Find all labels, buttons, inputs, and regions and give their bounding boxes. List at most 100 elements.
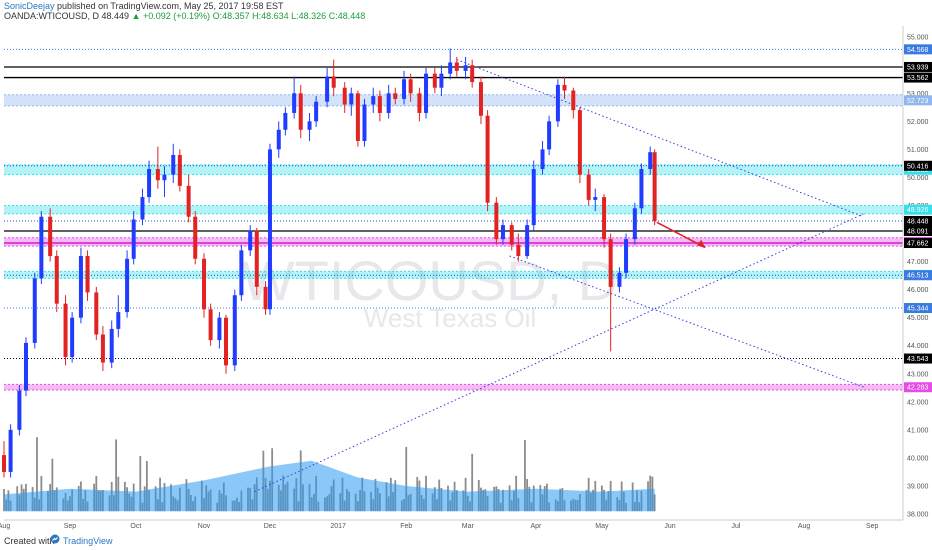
y-tick-label: 45.000: [907, 315, 929, 322]
candle: [283, 107, 288, 136]
x-tick-label: Oct: [130, 523, 141, 530]
candle: [307, 112, 312, 141]
candle: [208, 303, 213, 346]
y-tick-label: 41.000: [907, 427, 929, 434]
candle-body: [94, 292, 99, 335]
zone-band-0: [4, 94, 903, 106]
candle-body: [254, 230, 259, 287]
publish-info: published on TradingView.com, May 25, 20…: [57, 1, 284, 11]
candle-body: [85, 255, 90, 293]
candle: [639, 163, 644, 214]
candle: [478, 76, 483, 125]
zone-band-5: [4, 384, 903, 391]
candle-body: [2, 455, 6, 472]
candle-body: [248, 230, 253, 251]
tradingview-link[interactable]: TradingView: [63, 536, 113, 546]
candle-body: [147, 169, 152, 198]
candle: [485, 110, 490, 212]
candle: [177, 149, 182, 192]
candle-body: [478, 82, 483, 116]
candle: [417, 87, 422, 122]
candle-body: [63, 303, 68, 357]
candle: [342, 82, 347, 113]
candle: [48, 208, 53, 262]
level-label-text: 43.543: [907, 356, 929, 363]
candle: [8, 424, 13, 478]
price-chart[interactable]: WTICOUSD, D West Texas Oil 55.00054.0005…: [0, 22, 932, 532]
candle-body: [109, 328, 114, 363]
candle: [202, 253, 207, 318]
candle: [432, 68, 437, 94]
candle-body: [562, 84, 567, 91]
candle-body: [177, 155, 182, 186]
candle-body: [263, 286, 268, 310]
candle: [325, 68, 330, 108]
candle: [547, 115, 552, 156]
candle-body: [224, 317, 229, 366]
x-tick-label: Nov: [198, 523, 211, 530]
candle-body: [202, 258, 207, 310]
candle: [239, 244, 244, 301]
candle: [525, 219, 530, 259]
candle: [424, 68, 429, 119]
candle-body: [78, 255, 83, 318]
x-tick-label: Sep: [866, 523, 879, 530]
x-tick-label: Jun: [664, 523, 675, 530]
candle-body: [162, 174, 167, 181]
candle-body: [23, 342, 28, 391]
candle-body: [602, 197, 607, 240]
candle-body: [125, 258, 130, 313]
candle: [54, 250, 59, 313]
candle-body: [298, 93, 303, 130]
candle: [125, 250, 130, 318]
candle: [349, 87, 354, 116]
price-change: ▲ +0.092 (+0.19%): [131, 11, 211, 21]
candle-body: [531, 169, 536, 226]
candle-body: [342, 87, 347, 105]
x-tick-label: Feb: [400, 523, 412, 530]
candle-body: [463, 65, 468, 71]
open-value: O:48.357: [212, 11, 250, 21]
high-value: H:48.634: [252, 11, 289, 21]
candle-body: [32, 278, 37, 343]
candle-body: [283, 112, 288, 130]
candle-body: [555, 84, 560, 122]
candle: [355, 90, 360, 147]
level-label-text: 45.344: [907, 306, 929, 313]
x-tick-label: Aug: [798, 523, 811, 530]
level-label-text: 50.416: [907, 163, 929, 170]
candle: [463, 56, 468, 80]
candle-body: [454, 62, 459, 71]
level-label-text: 47.662: [907, 241, 929, 248]
candle: [100, 326, 105, 371]
candle-body: [540, 149, 545, 170]
candle-body: [402, 79, 407, 99]
candle-body: [547, 121, 552, 150]
candle: [439, 65, 444, 97]
candle-body: [408, 79, 413, 94]
candle-body: [17, 390, 22, 430]
candle-body: [8, 429, 13, 472]
zone-band-2: [4, 205, 903, 214]
x-tick-label: Apr: [530, 523, 542, 530]
created-with-label: Created with: [4, 536, 55, 546]
candle-body: [448, 62, 453, 74]
candle-body: [439, 73, 444, 88]
candle-body: [586, 174, 591, 200]
candle: [217, 312, 222, 349]
candle-body: [292, 93, 297, 113]
candle: [298, 84, 303, 139]
x-tick-label: May: [595, 523, 609, 530]
author-link[interactable]: SonicDeejay: [4, 1, 55, 11]
candle: [232, 289, 237, 371]
candle: [63, 295, 68, 366]
y-tick-label: 38.000: [907, 512, 929, 519]
candle: [632, 202, 637, 245]
candle-body: [349, 93, 354, 105]
candle: [254, 227, 259, 296]
candle-body: [208, 309, 213, 341]
candle: [276, 121, 281, 158]
candle-body: [325, 76, 330, 102]
candle-body: [239, 250, 244, 296]
level-label-text: 42.283: [907, 385, 929, 392]
